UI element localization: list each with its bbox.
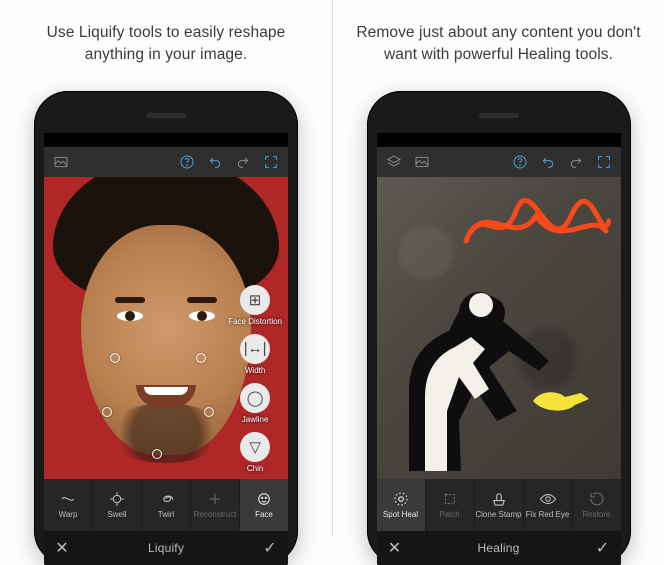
option-jawline[interactable]: ◯ Jawline	[228, 383, 282, 424]
confirm-bar-right: ✕ Healing ✓	[377, 531, 621, 565]
option-label: Chin	[247, 464, 263, 473]
redo-icon[interactable]	[232, 151, 254, 173]
cancel-button[interactable]: ✕	[377, 538, 413, 558]
phone-speaker	[146, 113, 186, 118]
canvas-left[interactable]: ⊞ Face Distortion |↔| Width ◯ Jawline ▽ …	[44, 177, 288, 479]
confirm-bar-left: ✕ Liquify ✓	[44, 531, 288, 565]
phone-screen-left: ⊞ Face Distortion |↔| Width ◯ Jawline ▽ …	[44, 133, 288, 565]
image-icon[interactable]	[50, 151, 72, 173]
caption-liquify: Use Liquify tools to easily reshape anyt…	[16, 22, 316, 67]
panel-healing: Remove just about any content you don't …	[332, 0, 664, 537]
tool-spot-heal[interactable]: Spot Heal	[377, 479, 426, 531]
fullscreen-icon[interactable]	[260, 151, 282, 173]
tool-row-left: Warp Swell Twirl Reconstruct Face	[44, 479, 288, 531]
face-marker[interactable]	[102, 407, 112, 417]
tool-label: Spot Heal	[383, 510, 418, 519]
fullscreen-icon[interactable]	[593, 151, 615, 173]
phone-screen-right: Spot Heal Patch Clone Stamp Fix Red Eye …	[377, 133, 621, 565]
cancel-button[interactable]: ✕	[44, 538, 80, 558]
option-width[interactable]: |↔| Width	[228, 334, 282, 375]
tool-label: Patch	[439, 510, 459, 519]
tool-patch[interactable]: Patch	[426, 479, 475, 531]
tool-label: Twirl	[158, 510, 174, 519]
top-toolbar-right	[377, 147, 621, 177]
tool-row-right: Spot Heal Patch Clone Stamp Fix Red Eye …	[377, 479, 621, 531]
undo-icon[interactable]	[204, 151, 226, 173]
tool-clone-stamp[interactable]: Clone Stamp	[475, 479, 524, 531]
tool-swell[interactable]: Swell	[93, 479, 142, 531]
mode-title: Healing	[413, 541, 585, 555]
option-label: Face Distortion	[228, 317, 282, 326]
face-distortion-icon: ⊞	[240, 285, 270, 315]
help-icon[interactable]	[176, 151, 198, 173]
option-face-distortion[interactable]: ⊞ Face Distortion	[228, 285, 282, 326]
phone-speaker	[479, 113, 519, 118]
phone-mockup-left: ⊞ Face Distortion |↔| Width ◯ Jawline ▽ …	[34, 91, 298, 565]
tool-label: Warp	[59, 510, 78, 519]
tool-face[interactable]: Face	[240, 479, 288, 531]
top-toolbar-left	[44, 147, 288, 177]
chin-icon: ▽	[240, 432, 270, 462]
jawline-icon: ◯	[240, 383, 270, 413]
status-bar	[44, 133, 288, 147]
portrait-face	[81, 225, 251, 455]
mode-title: Liquify	[80, 541, 252, 555]
face-marker[interactable]	[204, 407, 214, 417]
graffiti-scribble	[461, 191, 611, 261]
face-marker[interactable]	[196, 353, 206, 363]
face-marker[interactable]	[152, 449, 162, 459]
face-marker[interactable]	[110, 353, 120, 363]
undo-icon[interactable]	[537, 151, 559, 173]
tool-label: Face	[255, 510, 273, 519]
tool-twirl[interactable]: Twirl	[142, 479, 191, 531]
layers-icon[interactable]	[383, 151, 405, 173]
tool-fix-red-eye[interactable]: Fix Red Eye	[524, 479, 573, 531]
tool-label: Clone Stamp	[475, 510, 521, 519]
redo-icon[interactable]	[565, 151, 587, 173]
help-icon[interactable]	[509, 151, 531, 173]
option-label: Jawline	[242, 415, 269, 424]
tool-restore[interactable]: Restore	[573, 479, 621, 531]
accept-button[interactable]: ✓	[252, 538, 288, 558]
option-chin[interactable]: ▽ Chin	[228, 432, 282, 473]
accept-button[interactable]: ✓	[585, 538, 621, 558]
tool-warp[interactable]: Warp	[44, 479, 93, 531]
status-bar	[377, 133, 621, 147]
tool-label: Reconstruct	[194, 510, 237, 519]
tool-label: Swell	[107, 510, 126, 519]
image-icon[interactable]	[411, 151, 433, 173]
caption-healing: Remove just about any content you don't …	[349, 22, 649, 67]
stencil-figure	[389, 271, 559, 471]
width-icon: |↔|	[240, 334, 270, 364]
panel-liquify: Use Liquify tools to easily reshape anyt…	[0, 0, 332, 537]
tool-label: Fix Red Eye	[526, 510, 570, 519]
phone-mockup-right: Spot Heal Patch Clone Stamp Fix Red Eye …	[367, 91, 631, 565]
tool-reconstruct[interactable]: Reconstruct	[191, 479, 240, 531]
face-option-list: ⊞ Face Distortion |↔| Width ◯ Jawline ▽ …	[228, 285, 282, 473]
canvas-right[interactable]	[377, 177, 621, 479]
option-label: Width	[245, 366, 265, 375]
tool-label: Restore	[582, 510, 610, 519]
